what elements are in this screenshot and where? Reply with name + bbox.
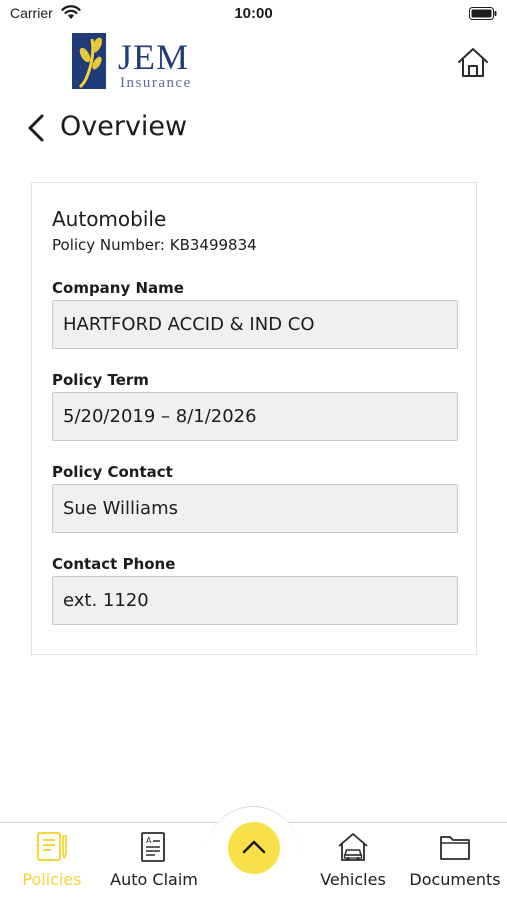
company-name-value: HARTFORD ACCID & IND CO	[63, 314, 315, 335]
home-button[interactable]	[456, 46, 490, 80]
policy-term-value: 5/20/2019 – 8/1/2026	[63, 406, 257, 427]
page-title: Overview	[60, 111, 188, 142]
tab-auto-claim[interactable]: A Auto Claim	[104, 826, 204, 896]
battery-icon	[469, 7, 497, 20]
policy-card: Automobile Policy Number: KB3499834 Comp…	[31, 182, 477, 655]
svg-text:A: A	[146, 836, 152, 845]
policy-contact-field[interactable]: Sue Williams	[52, 484, 458, 533]
chevron-left-icon	[28, 114, 44, 142]
status-time: 10:00	[234, 5, 273, 22]
policies-icon	[37, 832, 67, 861]
policy-type: Automobile	[52, 207, 167, 231]
logo-mark	[72, 33, 106, 89]
policy-term-label: Policy Term	[52, 371, 149, 389]
policy-term-field[interactable]: 5/20/2019 – 8/1/2026	[52, 392, 458, 441]
status-bar: Carrier 10:00	[0, 0, 507, 28]
app-logo: JEM Insurance	[72, 33, 196, 93]
tab-documents-label: Documents	[409, 870, 501, 889]
tab-vehicles-label: Vehicles	[320, 870, 386, 889]
company-name-field[interactable]: HARTFORD ACCID & IND CO	[52, 300, 458, 349]
expand-menu-button[interactable]	[228, 822, 280, 874]
back-button[interactable]	[22, 108, 52, 148]
contact-phone-value: ext. 1120	[63, 590, 149, 611]
contact-phone-field[interactable]: ext. 1120	[52, 576, 458, 625]
logo-text: JEM	[118, 37, 190, 77]
leaf-icon	[78, 37, 102, 89]
home-icon	[458, 48, 488, 77]
documents-icon	[440, 836, 470, 860]
policy-number-value: KB3499834	[169, 236, 257, 254]
policy-number-label: Policy Number:	[52, 236, 165, 254]
policy-contact-value: Sue Williams	[63, 498, 178, 519]
policy-contact-label: Policy Contact	[52, 463, 173, 481]
tab-policies-label: Policies	[22, 870, 82, 889]
tab-vehicles[interactable]: Vehicles	[311, 826, 395, 896]
company-name-label: Company Name	[52, 279, 184, 297]
policy-number: Policy Number: KB3499834	[52, 236, 257, 254]
chevron-up-icon	[242, 840, 266, 854]
contact-phone-label: Contact Phone	[52, 555, 176, 573]
tab-policies[interactable]: Policies	[10, 826, 94, 896]
auto-claim-icon: A	[141, 832, 165, 862]
vehicles-icon	[338, 833, 368, 861]
logo-subtext: Insurance	[120, 75, 192, 91]
tab-auto-claim-label: Auto Claim	[110, 870, 198, 889]
tab-documents[interactable]: Documents	[405, 826, 505, 896]
